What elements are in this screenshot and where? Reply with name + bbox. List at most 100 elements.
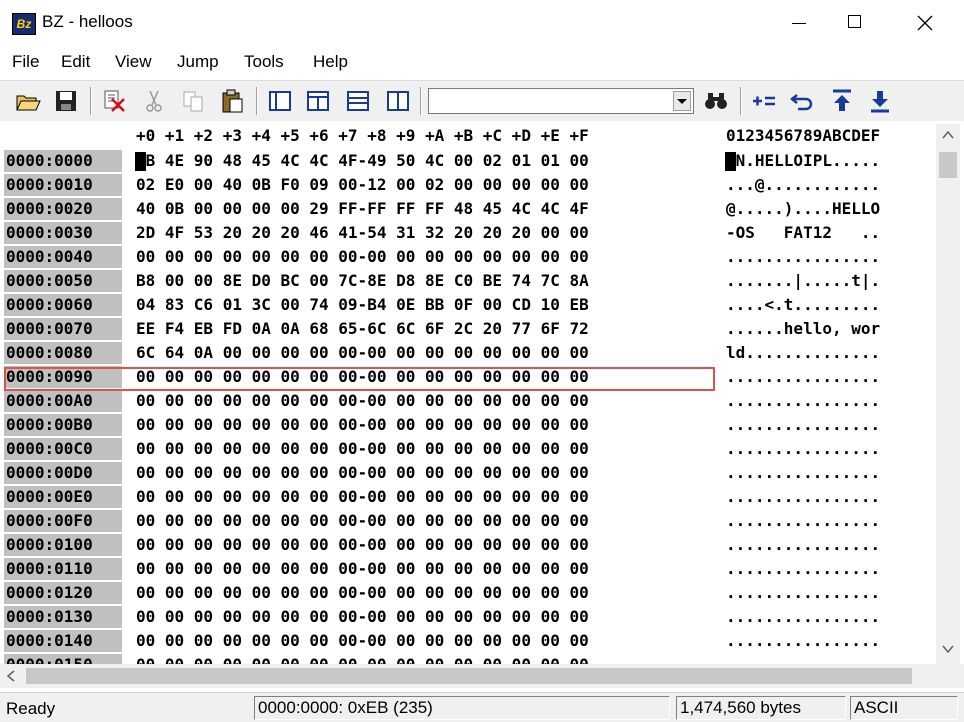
- row-address: 0000:0070: [4, 318, 122, 340]
- menu-help[interactable]: Help: [313, 52, 348, 72]
- hex-row[interactable]: 0000:00C0 00 00 00 00 00 00 00 00-00 00 0…: [4, 438, 936, 462]
- hex-row[interactable]: 0000:0010 02 E0 00 40 0B F0 09 00-12 00 0…: [4, 174, 936, 198]
- scroll-corner: [936, 664, 964, 688]
- row-ascii[interactable]: .......|.....t|.: [726, 270, 880, 292]
- hex-view[interactable]: +0 +1 +2 +3 +4 +5 +6 +7 +8 +9 +A +B +C +…: [4, 124, 936, 664]
- row-hex-bytes[interactable]: 00 00 00 00 00 00 00 00-00 00 00 00 00 0…: [136, 582, 589, 604]
- row-ascii[interactable]: -OS FAT12 ..: [726, 222, 880, 244]
- row-ascii[interactable]: @.....)....HELLO: [726, 198, 880, 220]
- row-ascii[interactable]: ......hello, wor: [726, 318, 880, 340]
- row-hex-bytes[interactable]: 2D 4F 53 20 20 20 46 41-54 31 32 20 20 2…: [136, 222, 589, 244]
- hex-row[interactable]: 0000:0120 00 00 00 00 00 00 00 00-00 00 0…: [4, 582, 936, 606]
- row-hex-bytes[interactable]: B8 00 00 8E D0 BC 00 7C-8E D8 8E C0 BE 7…: [136, 270, 589, 292]
- row-hex-bytes[interactable]: 40 0B 00 00 00 00 29 FF-FF FF FF 48 45 4…: [136, 198, 589, 220]
- view-single-button[interactable]: [266, 87, 294, 115]
- hex-row[interactable]: 0000:00B0 00 00 00 00 00 00 00 00-00 00 0…: [4, 414, 936, 438]
- combo-dropdown-button[interactable]: [673, 91, 691, 111]
- hex-row[interactable]: 0000:0130 00 00 00 00 00 00 00 00-00 00 0…: [4, 606, 936, 630]
- view-vertical-split-button[interactable]: [304, 87, 332, 115]
- row-hex-bytes[interactable]: 04 83 C6 01 3C 00 74 09-B4 0E BB 0F 00 C…: [136, 294, 589, 316]
- menu-edit[interactable]: Edit: [61, 52, 90, 72]
- close-button[interactable]: [904, 6, 950, 40]
- row-hex-bytes[interactable]: 6C 64 0A 00 00 00 00 00-00 00 00 00 00 0…: [136, 342, 589, 364]
- menu-tools[interactable]: Tools: [244, 52, 284, 72]
- row-ascii[interactable]: ................: [726, 390, 880, 412]
- vertical-scrollbar[interactable]: [936, 124, 960, 664]
- scroll-up-icon[interactable]: [942, 130, 954, 140]
- row-hex-bytes[interactable]: 00 00 00 00 00 00 00 00-00 00 00 00 00 0…: [136, 414, 589, 436]
- view-horizontal-split-button[interactable]: [344, 87, 372, 115]
- row-ascii[interactable]: ................: [726, 510, 880, 532]
- undo-button[interactable]: [788, 87, 816, 115]
- row-ascii[interactable]: ................: [726, 630, 880, 652]
- menu-jump[interactable]: Jump: [177, 52, 219, 72]
- row-hex-bytes[interactable]: 02 E0 00 40 0B F0 09 00-12 00 02 00 00 0…: [136, 174, 589, 196]
- hex-row[interactable]: 0000:0100 00 00 00 00 00 00 00 00-00 00 0…: [4, 534, 936, 558]
- row-ascii[interactable]: ................: [726, 606, 880, 628]
- row-hex-bytes[interactable]: 00 00 00 00 00 00 00 00-00 00 00 00 00 0…: [136, 462, 589, 484]
- hex-row[interactable]: 0000:00E0 00 00 00 00 00 00 00 00-00 00 0…: [4, 486, 936, 510]
- jump-top-button[interactable]: [828, 87, 856, 115]
- hex-row[interactable]: 0000:00D0 00 00 00 00 00 00 00 00-00 00 0…: [4, 462, 936, 486]
- row-ascii[interactable]: ...@............: [726, 174, 880, 196]
- row-hex-bytes[interactable]: EE F4 EB FD 0A 0A 68 65-6C 6C 6F 2C 20 7…: [136, 318, 589, 340]
- hex-row[interactable]: 0000:00A0 00 00 00 00 00 00 00 00-00 00 0…: [4, 390, 936, 414]
- maximize-button[interactable]: [834, 6, 880, 40]
- hex-row[interactable]: 0000:0040 00 00 00 00 00 00 00 00-00 00 0…: [4, 246, 936, 270]
- horizontal-scrollbar[interactable]: [0, 664, 936, 688]
- search-combo[interactable]: [428, 88, 694, 114]
- hex-row[interactable]: 0000:0080 6C 64 0A 00 00 00 00 00-00 00 0…: [4, 342, 936, 366]
- row-ascii[interactable]: ................: [726, 462, 880, 484]
- minimize-button[interactable]: [778, 6, 824, 40]
- cut-button[interactable]: [100, 87, 128, 115]
- open-button[interactable]: [14, 87, 42, 115]
- hex-row[interactable]: 0000:0030 2D 4F 53 20 20 20 46 41-54 31 3…: [4, 222, 936, 246]
- row-hex-bytes[interactable]: 00 00 00 00 00 00 00 00-00 00 00 00 00 0…: [136, 438, 589, 460]
- scissors-button[interactable]: [140, 87, 168, 115]
- row-hex-bytes[interactable]: 00 00 00 00 00 00 00 00-00 00 00 00 00 0…: [136, 558, 589, 580]
- row-hex-bytes[interactable]: 00 00 00 00 00 00 00 00-00 00 00 00 00 0…: [136, 486, 589, 508]
- row-ascii[interactable]: ................: [726, 654, 880, 664]
- row-hex-bytes[interactable]: 00 00 00 00 00 00 00 00-00 00 00 00 00 0…: [136, 246, 589, 268]
- row-ascii[interactable]: ................: [726, 558, 880, 580]
- row-ascii[interactable]: ................: [726, 246, 880, 268]
- row-ascii[interactable]: ld..............: [726, 342, 880, 364]
- scroll-down-icon[interactable]: [942, 644, 954, 654]
- jump-bottom-button[interactable]: [866, 87, 894, 115]
- row-address: 0000:0080: [4, 342, 122, 364]
- save-button[interactable]: [52, 87, 80, 115]
- row-hex-bytes[interactable]: 00 00 00 00 00 00 00 00-00 00 00 00 00 0…: [136, 606, 589, 628]
- copy-button[interactable]: [180, 87, 208, 115]
- hex-row[interactable]: 0000:0140 00 00 00 00 00 00 00 00-00 00 0…: [4, 630, 936, 654]
- row-ascii[interactable]: ................: [726, 534, 880, 556]
- menu-file[interactable]: File: [12, 52, 39, 72]
- row-ascii[interactable]: ................: [726, 438, 880, 460]
- row-ascii[interactable]: ....<.t.........: [726, 294, 880, 316]
- row-ascii[interactable]: ................: [726, 414, 880, 436]
- row-ascii[interactable]: ................: [726, 582, 880, 604]
- row-hex-bytes[interactable]: 00 00 00 00 00 00 00 00-00 00 00 00 00 0…: [136, 630, 589, 652]
- find-button[interactable]: [702, 87, 730, 115]
- row-hex-bytes[interactable]: 00 00 00 00 00 00 00 00-00 00 00 00 00 0…: [136, 534, 589, 556]
- row-hex-bytes[interactable]: 00 00 00 00 00 00 00 00-00 00 00 00 00 0…: [136, 390, 589, 412]
- row-ascii[interactable]: .N.HELLOIPL.....: [726, 150, 880, 172]
- row-ascii[interactable]: ................: [726, 366, 880, 388]
- hex-row[interactable]: 0000:0150 00 00 00 00 00 00 00 00-00 00 0…: [4, 654, 936, 664]
- find-equal-button[interactable]: [750, 87, 778, 115]
- hex-row[interactable]: 0000:0110 00 00 00 00 00 00 00 00-00 00 0…: [4, 558, 936, 582]
- horizontal-scroll-thumb[interactable]: [26, 668, 912, 684]
- menu-view[interactable]: View: [115, 52, 152, 72]
- hex-row[interactable]: 0000:0050 B8 00 00 8E D0 BC 00 7C-8E D8 8…: [4, 270, 936, 294]
- hex-row[interactable]: 0000:0020 40 0B 00 00 00 00 29 FF-FF FF F…: [4, 198, 936, 222]
- row-hex-bytes[interactable]: 00 00 00 00 00 00 00 00-00 00 00 00 00 0…: [136, 654, 589, 664]
- hex-row[interactable]: 0000:0060 04 83 C6 01 3C 00 74 09-B4 0E B…: [4, 294, 936, 318]
- row-hex-bytes[interactable]: EB 4E 90 48 45 4C 4C 4F-49 50 4C 00 02 0…: [136, 150, 589, 172]
- hex-row[interactable]: 0000:00F0 00 00 00 00 00 00 00 00-00 00 0…: [4, 510, 936, 534]
- scroll-left-icon[interactable]: [6, 670, 16, 682]
- vertical-scroll-thumb[interactable]: [939, 152, 957, 178]
- hex-row[interactable]: 0000:0070 EE F4 EB FD 0A 0A 68 65-6C 6C 6…: [4, 318, 936, 342]
- paste-button[interactable]: [218, 87, 246, 115]
- view-columns-button[interactable]: [384, 87, 412, 115]
- row-hex-bytes[interactable]: 00 00 00 00 00 00 00 00-00 00 00 00 00 0…: [136, 510, 589, 532]
- row-ascii[interactable]: ................: [726, 486, 880, 508]
